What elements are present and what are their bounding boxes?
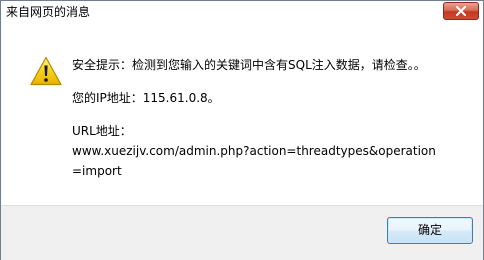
ip-address-text: 您的IP地址：115.61.0.8。 <box>72 91 220 105</box>
url-label: URL地址： <box>72 124 132 138</box>
close-icon <box>456 6 466 16</box>
dialog-title: 来自网页的消息 <box>6 5 91 19</box>
close-button[interactable] <box>443 2 479 20</box>
warning-icon <box>30 56 62 86</box>
dialog-content: 安全提示：检测到您输入的关键词中含有SQL注入数据，请检查。。 您的IP地址：1… <box>1 23 483 205</box>
message-text: 安全提示：检测到您输入的关键词中含有SQL注入数据，请检查。。 您的IP地址：1… <box>72 55 452 181</box>
url-value: www.xuezijv.com/admin.php?action=threadt… <box>72 144 436 178</box>
security-warning-text: 安全提示：检测到您输入的关键词中含有SQL注入数据，请检查。。 <box>72 58 426 72</box>
title-bar[interactable]: 来自网页的消息 <box>1 1 483 23</box>
dialog-footer: 确定 <box>1 205 483 260</box>
ok-button[interactable]: 确定 <box>387 217 473 244</box>
message-dialog: 来自网页的消息 安全提示：检测到您输入的关键词中含有SQL注入数据，请检查。。 <box>0 0 484 260</box>
